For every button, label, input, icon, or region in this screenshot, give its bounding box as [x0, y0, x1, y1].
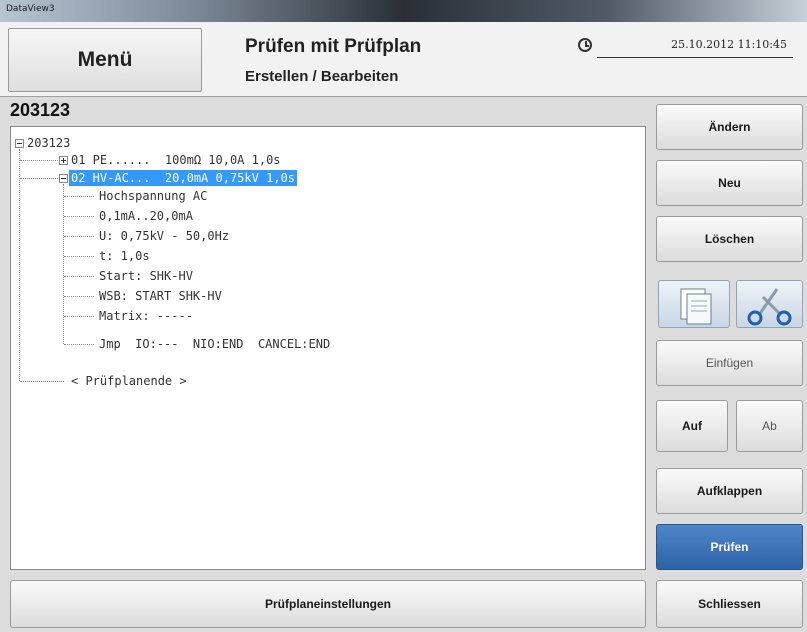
window-titlebar: DataView3 [0, 0, 807, 22]
tree-line [64, 296, 94, 297]
aendern-button[interactable]: Ändern [656, 104, 803, 150]
window-title: DataView3 [6, 4, 55, 14]
page-title: Prüfen mit Prüfplan [245, 36, 422, 57]
clock-icon [578, 38, 592, 52]
loeschen-button[interactable]: Löschen [656, 216, 803, 262]
ab-button[interactable]: Ab [736, 400, 803, 452]
plan-id-label: 203123 [10, 100, 71, 120]
tree-detail-item[interactable]: U: 0,75kV - 50,0Hz [99, 228, 229, 244]
tree-plan-end[interactable]: < Prüfplanende > [71, 373, 187, 389]
tree-line [64, 236, 94, 237]
aufklappen-button[interactable]: Aufklappen [656, 468, 803, 514]
copy-icon [680, 288, 712, 325]
datetime-display: 25.10.2012 11:10:45 [597, 38, 793, 58]
tree-line [64, 256, 94, 257]
tree-root[interactable]: 203123 [27, 135, 70, 151]
tree-line [20, 160, 58, 161]
tree-line [20, 178, 58, 179]
expand-step-01-icon[interactable] [59, 156, 68, 165]
tree-line [64, 276, 94, 277]
tree-line [64, 344, 94, 345]
page-subtitle: Erstellen / Bearbeiten [245, 68, 399, 85]
tree-detail-item[interactable]: 0,1mA..20,0mA [99, 208, 193, 224]
tree-detail-item[interactable]: Matrix: ----- [99, 308, 193, 324]
einfuegen-button[interactable]: Einfügen [656, 340, 803, 386]
tree-line [63, 184, 64, 344]
menu-button[interactable]: Menü [8, 28, 202, 92]
header-bar: Menü Prüfen mit Prüfplan Erstellen / Bea… [0, 22, 807, 97]
plan-tree[interactable]: 203123 01 PE...... 100mΩ 10,0A 1,0s 02 H… [10, 126, 646, 570]
collapse-step-02-icon[interactable] [59, 174, 68, 183]
cut-button[interactable] [736, 280, 803, 328]
copy-button[interactable] [658, 280, 730, 328]
tree-line [19, 149, 20, 381]
tree-line [64, 216, 94, 217]
tree-step-01[interactable]: 01 PE...... 100mΩ 10,0A 1,0s [71, 152, 281, 168]
tree-detail-item[interactable]: WSB: START SHK-HV [99, 288, 222, 304]
tree-detail-item[interactable]: Start: SHK-HV [99, 268, 193, 284]
auf-button[interactable]: Auf [656, 400, 728, 452]
tree-detail-item[interactable]: t: 1,0s [99, 248, 150, 264]
plan-settings-button[interactable]: Prüfplaneinstellungen [10, 580, 646, 628]
tree-detail-item[interactable]: Jmp IO:--- NIO:END CANCEL:END [99, 336, 330, 352]
pruefen-button[interactable]: Prüfen [656, 524, 803, 570]
scissors-icon [747, 288, 792, 326]
tree-step-02-selected[interactable]: 02 HV-AC... 20,0mA 0,75kV 1,0s [69, 170, 297, 186]
tree-line [20, 381, 64, 382]
tree-line [64, 196, 94, 197]
collapse-root-icon[interactable] [15, 139, 24, 148]
neu-button[interactable]: Neu [656, 160, 803, 206]
tree-detail-item[interactable]: Hochspannung AC [99, 188, 207, 204]
tree-line [64, 316, 94, 317]
schliessen-button[interactable]: Schliessen [656, 580, 803, 628]
